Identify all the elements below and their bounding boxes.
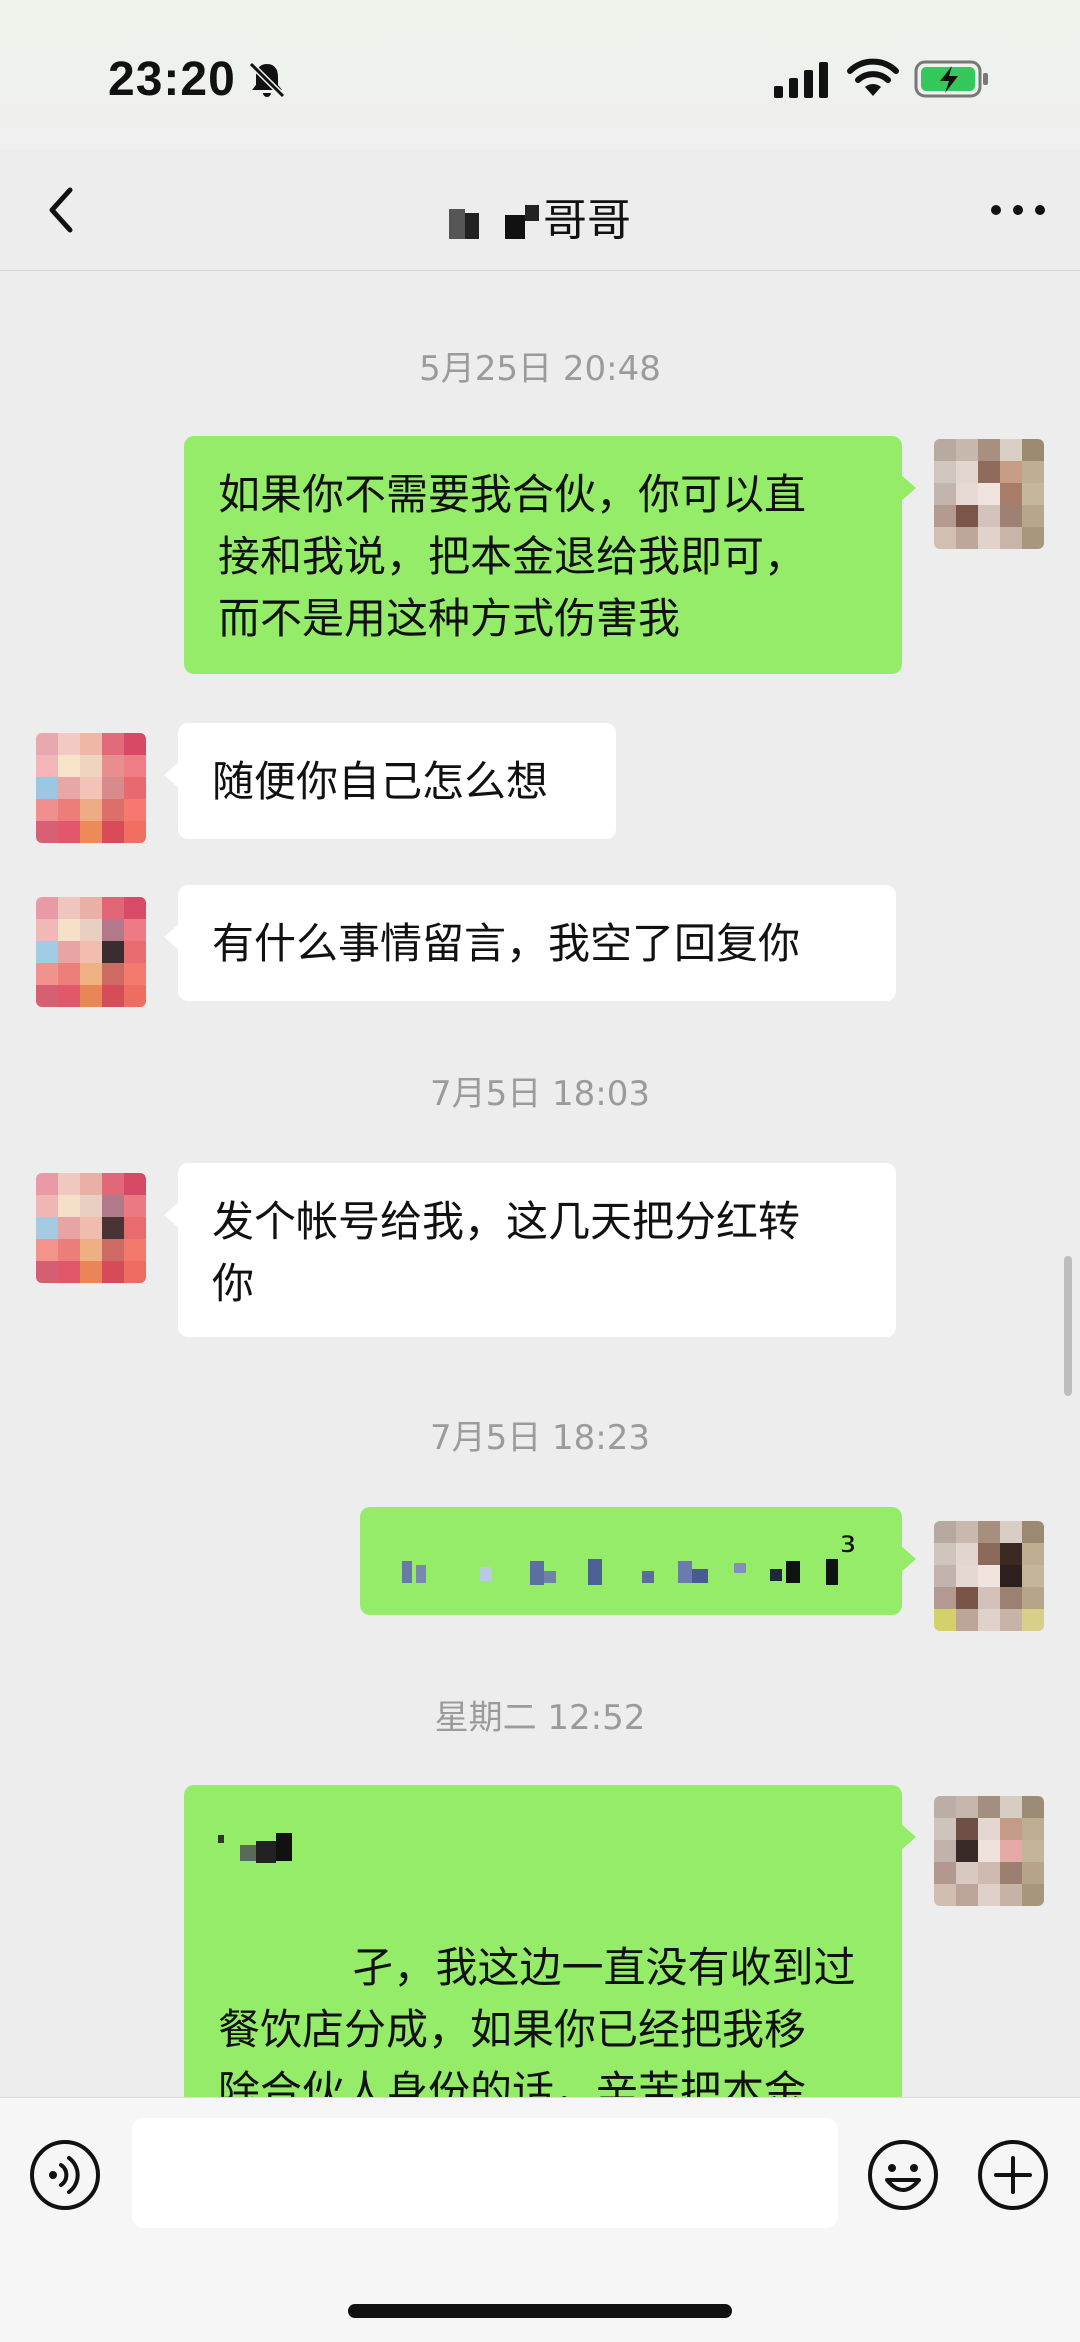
home-indicator[interactable] [348, 2304, 732, 2318]
plus-icon[interactable] [976, 2138, 1050, 2212]
contact-avatar[interactable] [36, 733, 146, 843]
redacted-name-block [449, 205, 539, 239]
message-timestamp: 5月25日 20:48 [419, 349, 661, 389]
chat-scrollbar[interactable] [1064, 1256, 1072, 1396]
chat-title: 哥哥 [0, 184, 1080, 248]
emoji-icon[interactable] [866, 2138, 940, 2212]
my-avatar[interactable] [934, 439, 1044, 549]
contact-avatar[interactable] [36, 897, 146, 1007]
message-timestamp: 星期二 12:52 [434, 1698, 646, 1738]
bell-muted-icon [248, 61, 286, 99]
status-bar: 23:20 [0, 0, 1080, 150]
chat-area[interactable]: 5月25日 20:48 如果你不需要我合伙，你可以直 接和我说，把本金退给我即可… [0, 271, 1080, 2097]
sent-message-bubble[interactable]: 如果你不需要我合伙，你可以直 接和我说，把本金退给我即可， 而不是用这种方式伤害… [184, 436, 916, 674]
cellular-signal-icon [774, 62, 828, 98]
sent-message-bubble[interactable]: 孑，我这边一直没有收到过 餐饮店分成，如果你已经把我移 除合伙人身份的话，辛苦把… [184, 1785, 916, 2097]
message-input[interactable] [132, 2118, 838, 2228]
wifi-icon [847, 58, 899, 96]
voice-icon[interactable] [28, 2138, 102, 2212]
message-timestamp: 7月5日 18:23 [429, 1418, 651, 1458]
chat-title-text: 哥哥 [543, 195, 631, 246]
received-message-bubble[interactable]: 随便你自己怎么想 [164, 723, 616, 839]
sent-account-message-bubble[interactable]: ³ [360, 1507, 916, 1615]
received-message-bubble[interactable]: 发个帐号给我，这几天把分红转 你 [164, 1163, 896, 1337]
received-message-bubble[interactable]: 有什么事情留言，我空了回复你 [164, 885, 896, 1001]
status-time: 23:20 [108, 53, 236, 106]
battery-charging-icon [914, 60, 988, 98]
more-options-button[interactable] [986, 190, 1050, 230]
message-timestamp: 7月5日 18:03 [429, 1074, 651, 1114]
my-avatar[interactable] [934, 1521, 1044, 1631]
redacted-name-block [218, 1833, 292, 1863]
redacted-account-number [402, 1559, 838, 1585]
my-avatar[interactable] [934, 1796, 1044, 1906]
contact-avatar[interactable] [36, 1173, 146, 1283]
chat-header: 哥哥 [0, 150, 1080, 271]
account-number-visible-fragment: ³ [840, 1529, 857, 1575]
sent-message-text: 孑，我这边一直没有收到过 餐饮店分成，如果你已经把我移 除合伙人身份的话，辛苦把… [218, 1943, 856, 2097]
